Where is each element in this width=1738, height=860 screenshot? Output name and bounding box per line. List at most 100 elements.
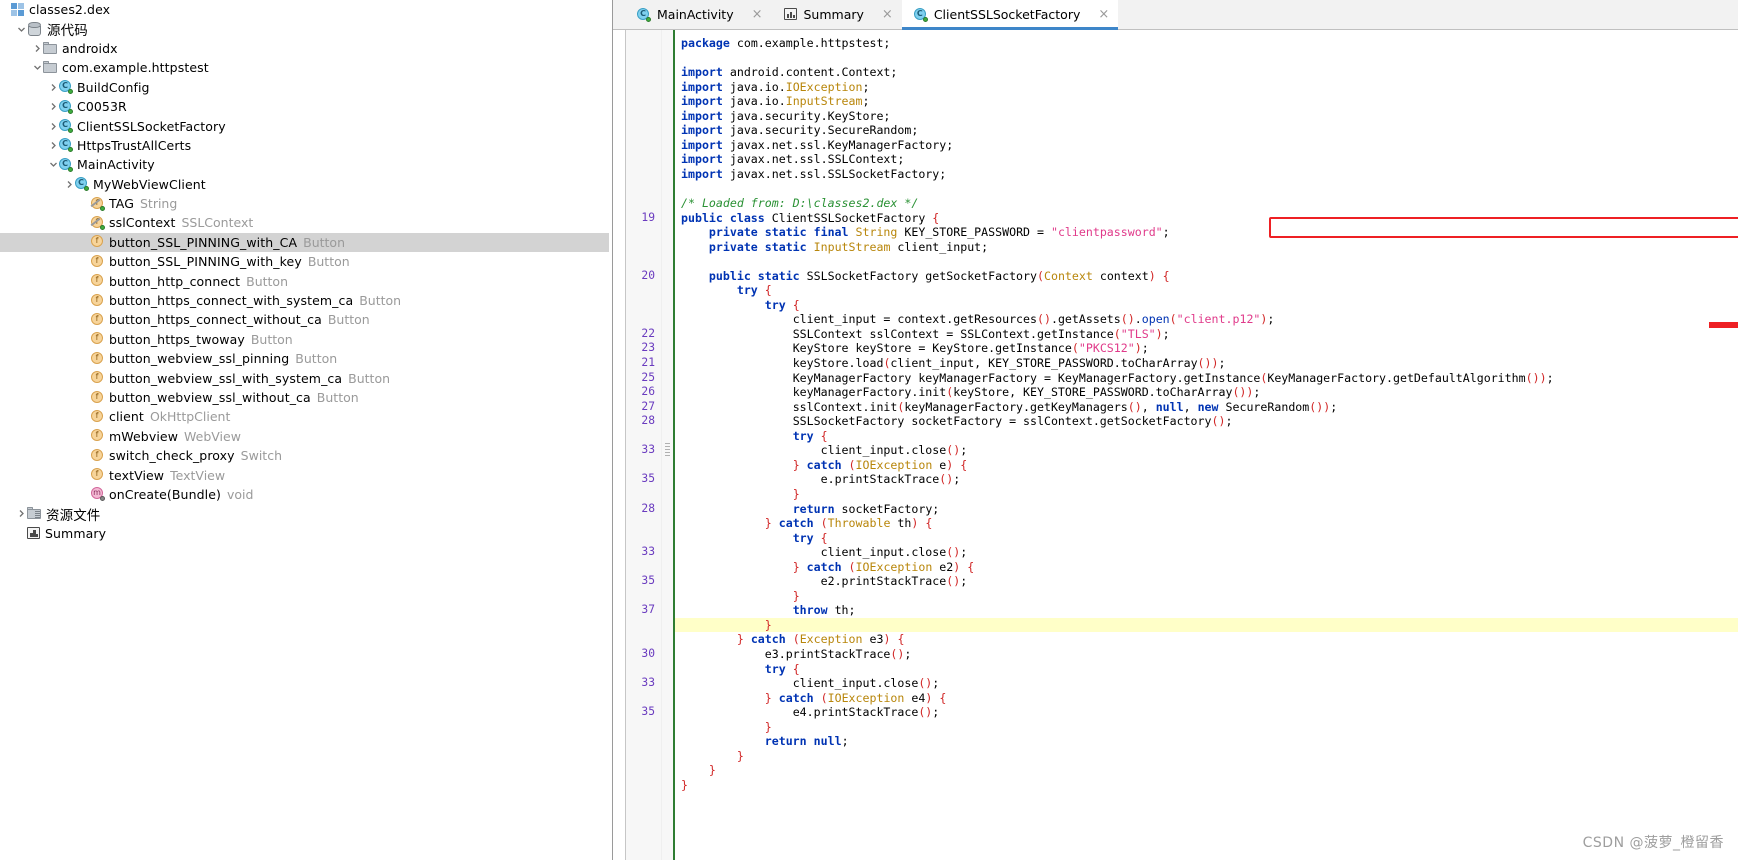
fold-slot[interactable] — [662, 341, 673, 356]
chevron-right-icon[interactable] — [48, 82, 59, 93]
tab-mainactivity[interactable]: C MainActivity × — [625, 0, 772, 29]
code-fold-strip[interactable] — [662, 30, 673, 860]
tab-summary[interactable]: Summary × — [772, 0, 902, 29]
fold-slot[interactable] — [662, 400, 673, 415]
code-line[interactable]: import java.io.InputStream; — [675, 94, 1738, 109]
fold-slot[interactable] — [662, 472, 673, 487]
tree-node-button_webview_ssl_without_ca[interactable]: f button_webview_ssl_without_ca Button — [0, 388, 612, 407]
fold-slot[interactable] — [662, 80, 673, 95]
code-line[interactable]: KeyStore keyStore = KeyStore.getInstance… — [675, 341, 1738, 356]
fold-slot[interactable] — [662, 545, 673, 560]
tree-node-button_ssl_pinning_with_key[interactable]: f button_SSL_PINNING_with_key Button — [0, 252, 612, 271]
fold-slot[interactable] — [662, 356, 673, 371]
code-line[interactable]: } — [675, 589, 1738, 604]
code-line[interactable]: client_input.close(); — [675, 545, 1738, 560]
code-line[interactable]: import java.security.KeyStore; — [675, 109, 1738, 124]
code-line[interactable]: private static final String KEY_STORE_PA… — [675, 225, 1738, 240]
fold-marker-icon[interactable] — [665, 443, 670, 458]
fold-slot[interactable] — [662, 240, 673, 255]
fold-slot[interactable] — [662, 632, 673, 647]
fold-slot[interactable] — [662, 531, 673, 546]
fold-slot[interactable] — [662, 720, 673, 735]
code-line[interactable]: keyStore.load(client_input, KEY_STORE_PA… — [675, 356, 1738, 371]
code-line[interactable]: return socketFactory; — [675, 502, 1738, 517]
chevron-down-icon[interactable] — [48, 159, 59, 170]
code-line[interactable]: e2.printStackTrace(); — [675, 574, 1738, 589]
tree-node-mainactivity[interactable]: C MainActivity — [0, 155, 612, 174]
fold-slot[interactable] — [662, 618, 673, 633]
fold-slot[interactable] — [662, 181, 673, 196]
fold-slot[interactable] — [662, 225, 673, 240]
code-line[interactable]: try { — [675, 429, 1738, 444]
tree-node-client[interactable]: f client OkHttpClient — [0, 407, 612, 426]
fold-slot[interactable] — [662, 36, 673, 51]
tree-node-----[interactable]: 资源文件 — [0, 504, 612, 524]
tab-clientsslsocketfactory[interactable]: C ClientSSLSocketFactory × — [901, 0, 1119, 30]
code-line[interactable]: } — [675, 778, 1738, 793]
chevron-right-icon[interactable] — [48, 101, 59, 112]
code-line[interactable]: public static SSLSocketFactory getSocket… — [675, 269, 1738, 284]
code-line[interactable]: client_input.close(); — [675, 443, 1738, 458]
code-line[interactable]: import java.io.IOException; — [675, 80, 1738, 95]
code-line[interactable]: } — [675, 749, 1738, 764]
code-line[interactable]: SSLSocketFactory socketFactory = sslCont… — [675, 414, 1738, 429]
code-line[interactable]: e.printStackTrace(); — [675, 472, 1738, 487]
fold-slot[interactable] — [662, 51, 673, 66]
chevron-right-icon[interactable] — [48, 140, 59, 151]
code-line[interactable]: } catch (IOException e) { — [675, 458, 1738, 473]
fold-slot[interactable] — [662, 211, 673, 226]
close-icon[interactable]: × — [882, 8, 893, 21]
fold-slot[interactable] — [662, 414, 673, 429]
fold-slot[interactable] — [662, 123, 673, 138]
fold-slot[interactable] — [662, 443, 673, 458]
tree-node-button_https_connect_with_system_ca[interactable]: f button_https_connect_with_system_ca Butt… — [0, 291, 612, 310]
code-line[interactable]: e3.printStackTrace(); — [675, 647, 1738, 662]
tree-node-httpstrustallcerts[interactable]: C HttpsTrustAllCerts — [0, 136, 612, 155]
fold-slot[interactable] — [662, 298, 673, 313]
chevron-right-icon[interactable] — [16, 508, 27, 519]
code-line[interactable]: return null; — [675, 734, 1738, 749]
fold-slot[interactable] — [662, 705, 673, 720]
code-line[interactable] — [675, 51, 1738, 66]
fold-slot[interactable] — [662, 138, 673, 153]
tree-node-summary[interactable]: Summary — [0, 524, 612, 543]
tree-node-buildconfig[interactable]: C BuildConfig — [0, 78, 612, 97]
tree-node-button_webview_ssl_with_system_ca[interactable]: f button_webview_ssl_with_system_ca Button — [0, 368, 612, 387]
fold-slot[interactable] — [662, 691, 673, 706]
tree-node-classes2-dex[interactable]: classes2.dex — [0, 0, 612, 19]
fold-slot[interactable] — [662, 196, 673, 211]
close-icon[interactable]: × — [752, 8, 763, 21]
fold-slot[interactable] — [662, 749, 673, 764]
code-line[interactable]: try { — [675, 298, 1738, 313]
chevron-down-icon[interactable] — [32, 62, 43, 73]
code-line[interactable]: KeyManagerFactory keyManagerFactory = Ke… — [675, 371, 1738, 386]
fold-slot[interactable] — [662, 502, 673, 517]
fold-slot[interactable] — [662, 560, 673, 575]
code-line[interactable]: /* Loaded from: D:\classes2.dex */ — [675, 196, 1738, 211]
tree-node-tag[interactable]: f TAG String — [0, 194, 612, 213]
code-line[interactable]: try { — [675, 283, 1738, 298]
code-line[interactable]: import javax.net.ssl.KeyManagerFactory; — [675, 138, 1738, 153]
class-tree[interactable]: classes2.dex 源代码 androidx com.example.https… — [0, 0, 612, 543]
fold-slot[interactable] — [662, 662, 673, 677]
fold-slot[interactable] — [662, 152, 673, 167]
tree-node-textview[interactable]: f textView TextView — [0, 465, 612, 484]
code-line[interactable]: package com.example.httpstest; — [675, 36, 1738, 51]
chevron-down-icon[interactable] — [16, 24, 27, 35]
code-line[interactable]: sslContext.init(keyManagerFactory.getKey… — [675, 400, 1738, 415]
code-line[interactable]: } catch (Throwable th) { — [675, 516, 1738, 531]
fold-slot[interactable] — [662, 458, 673, 473]
tree-node-button_http_connect[interactable]: f button_http_connect Button — [0, 271, 612, 290]
fold-slot[interactable] — [662, 574, 673, 589]
fold-slot[interactable] — [662, 603, 673, 618]
code-editor[interactable]: 19 20 22 23 21 25 26 27 28 33 35 28 33 35 37 30 33 35 pac… — [625, 30, 1738, 860]
tree-node-mywebviewclient[interactable]: C MyWebViewClient — [0, 175, 612, 194]
fold-slot[interactable] — [662, 65, 673, 80]
tree-node-com-example-httpstest[interactable]: com.example.httpstest — [0, 58, 612, 77]
fold-slot[interactable] — [662, 371, 673, 386]
tree-node-c0053r[interactable]: C C0053R — [0, 97, 612, 116]
code-line[interactable]: SSLContext sslContext = SSLContext.getIn… — [675, 327, 1738, 342]
code-line[interactable]: client_input.close(); — [675, 676, 1738, 691]
fold-slot[interactable] — [662, 94, 673, 109]
tree-node-button_webview_ssl_pinning[interactable]: f button_webview_ssl_pinning Button — [0, 349, 612, 368]
